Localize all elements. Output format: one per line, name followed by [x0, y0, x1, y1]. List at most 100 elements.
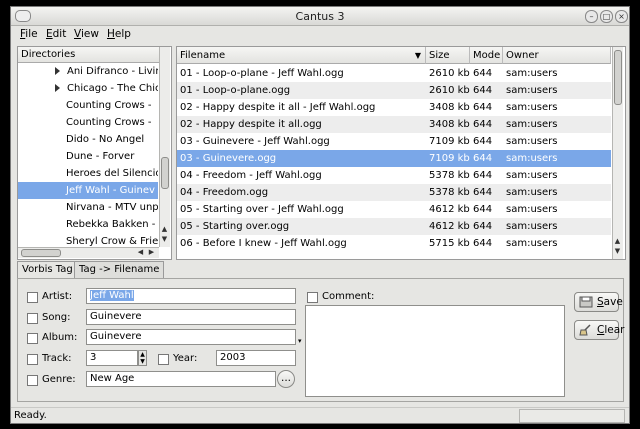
column-header-owner[interactable]: Owner [503, 47, 611, 64]
file-cell-owner: sam:users [506, 102, 558, 113]
file-cell-owner: sam:users [506, 136, 558, 147]
directory-item[interactable]: Nirvana - MTV unp [18, 199, 158, 216]
file-row[interactable]: 02 - Happy despite it all.ogg 3408 kb 644 s… [177, 116, 611, 133]
directories-vscroll-thumb[interactable] [161, 157, 169, 189]
directories-vscroll[interactable]: ▲ ▼ [159, 47, 170, 247]
comment-textarea[interactable] [305, 305, 565, 397]
clear-button[interactable]: Clear [574, 320, 624, 340]
song-field[interactable]: Guinevere [86, 309, 296, 325]
file-row[interactable]: 04 - Freedom.ogg 5378 kb 644 sam:users [177, 184, 611, 201]
genre-field[interactable]: New Age [86, 371, 276, 387]
scroll-right-icon[interactable]: ▶ [147, 248, 156, 257]
file-cell-size: 7109 kb [429, 136, 470, 147]
scroll-down-icon[interactable]: ▼ [613, 247, 622, 256]
file-row[interactable]: 01 - Loop-o-plane - Jeff Wahl.ogg 2610 kb… [177, 65, 611, 82]
directory-item[interactable]: Chicago - The Chic [18, 80, 158, 97]
genre-browse-button[interactable]: ... [277, 370, 295, 388]
comment-checkbox[interactable] [307, 292, 318, 303]
files-vscroll[interactable]: ▲ ▼ [612, 47, 623, 259]
status-text: Ready. [14, 410, 47, 421]
directories-header[interactable]: Directories [18, 47, 161, 63]
directory-item[interactable]: Ani Difranco - Livin [18, 63, 158, 80]
directory-item[interactable]: Counting Crows - [18, 114, 158, 131]
menu-help[interactable]: Help [107, 28, 131, 40]
file-cell-size: 4612 kb [429, 221, 470, 232]
file-row[interactable]: 01 - Loop-o-plane.ogg 2610 kb 644 sam:users [177, 82, 611, 99]
progress-box [519, 409, 625, 423]
tab-vorbis-tag[interactable]: Vorbis Tag [17, 261, 78, 279]
file-row[interactable]: 03 - Guinevere - Jeff Wahl.ogg 7109 kb 644… [177, 133, 611, 150]
save-button[interactable]: Save [574, 292, 623, 312]
files-vscroll-thumb[interactable] [614, 50, 622, 105]
expand-arrow-icon[interactable] [55, 84, 60, 92]
main-window: Cantus 3 – □ × File Edit View Help Direc… [10, 6, 630, 424]
genre-checkbox[interactable] [27, 375, 38, 386]
genre-label: Genre: [42, 374, 76, 385]
menu-bar: File Edit View Help [11, 26, 629, 43]
file-cell-filename: 02 - Happy despite it all - Jeff Wahl.og… [180, 102, 376, 113]
menu-file[interactable]: File [20, 28, 38, 40]
year-checkbox[interactable] [158, 354, 169, 365]
file-row[interactable]: 05 - Starting over - Jeff Wahl.ogg 4612 k… [177, 201, 611, 218]
file-cell-owner: sam:users [506, 221, 558, 232]
file-cell-mode: 644 [473, 153, 493, 164]
artist-checkbox[interactable] [27, 292, 38, 303]
window-title: Cantus 3 [295, 10, 345, 23]
directory-item[interactable]: Dido - No Angel [18, 131, 158, 148]
artist-field[interactable]: Jeff Wahl [86, 288, 296, 304]
file-cell-mode: 644 [473, 136, 493, 147]
title-bar[interactable]: Cantus 3 – □ × [11, 7, 629, 26]
file-cell-size: 5715 kb [429, 238, 470, 249]
splitter-handle-icon[interactable]: ▾ [298, 337, 302, 345]
file-cell-filename: 01 - Loop-o-plane - Jeff Wahl.ogg [180, 68, 344, 79]
close-icon[interactable]: × [615, 10, 628, 23]
scroll-left-icon[interactable]: ◀ [136, 248, 145, 257]
file-cell-owner: sam:users [506, 238, 558, 249]
menu-view[interactable]: View [74, 28, 99, 40]
directories-hscroll[interactable]: ◀ ▶ [18, 247, 159, 258]
column-header-size[interactable]: Size [426, 47, 470, 64]
file-row[interactable]: 06 - Before I knew - Jeff Wahl.ogg 5715 k… [177, 235, 611, 252]
directory-item[interactable]: Heroes del Silencio [18, 165, 158, 182]
file-cell-mode: 644 [473, 119, 493, 130]
scroll-down-icon[interactable]: ▼ [160, 235, 169, 244]
directory-item-label: Heroes del Silencio [66, 168, 158, 179]
song-checkbox[interactable] [27, 313, 38, 324]
minimize-icon[interactable]: – [585, 10, 598, 23]
directory-item[interactable]: Rebekka Bakken - [18, 216, 158, 233]
directory-item-label: Nirvana - MTV unp [66, 202, 158, 213]
file-cell-filename: 03 - Guinevere.ogg [180, 153, 277, 164]
file-cell-owner: sam:users [506, 68, 558, 79]
directories-hscroll-thumb[interactable] [21, 249, 61, 257]
expand-arrow-icon[interactable] [55, 67, 60, 75]
album-field[interactable]: Guinevere [86, 329, 296, 345]
menu-edit[interactable]: Edit [46, 28, 66, 40]
file-row[interactable]: 02 - Happy despite it all - Jeff Wahl.og… [177, 99, 611, 116]
directory-item-label: Counting Crows - [66, 100, 152, 111]
album-checkbox[interactable] [27, 333, 38, 344]
file-row[interactable]: 04 - Freedom - Jeff Wahl.ogg 5378 kb 644 sa… [177, 167, 611, 184]
file-cell-size: 2610 kb [429, 85, 470, 96]
tab-tag-to-filename[interactable]: Tag -> Filename [74, 261, 165, 278]
track-stepper[interactable]: ▲ ▼ [138, 350, 147, 366]
file-cell-mode: 644 [473, 170, 493, 181]
track-checkbox[interactable] [27, 354, 38, 365]
file-cell-owner: sam:users [506, 119, 558, 130]
directory-item[interactable]: Dune - Forver [18, 148, 158, 165]
directory-item[interactable]: Counting Crows - [18, 97, 158, 114]
scroll-up-icon[interactable]: ▲ [613, 237, 622, 246]
scroll-up-icon[interactable]: ▲ [160, 225, 169, 234]
file-cell-mode: 644 [473, 85, 493, 96]
save-icon [579, 296, 593, 308]
album-label: Album: [42, 332, 78, 343]
column-header-mode[interactable]: Mode [470, 47, 503, 64]
track-field[interactable]: 3 [86, 350, 138, 366]
year-field[interactable]: 2003 [216, 350, 296, 366]
files-panel: Filename ▼ Size Mode Owner 01 - Loop-o-p… [176, 46, 626, 260]
directory-item-label: Rebekka Bakken - [66, 219, 156, 230]
column-header-filename[interactable]: Filename ▼ [177, 47, 426, 64]
directory-item[interactable]: Jeff Wahl - Guinev [18, 182, 158, 199]
file-row[interactable]: 03 - Guinevere.ogg 7109 kb 644 sam:users [177, 150, 611, 167]
maximize-icon[interactable]: □ [600, 10, 613, 23]
file-row[interactable]: 05 - Starting over.ogg 4612 kb 644 sam:user… [177, 218, 611, 235]
